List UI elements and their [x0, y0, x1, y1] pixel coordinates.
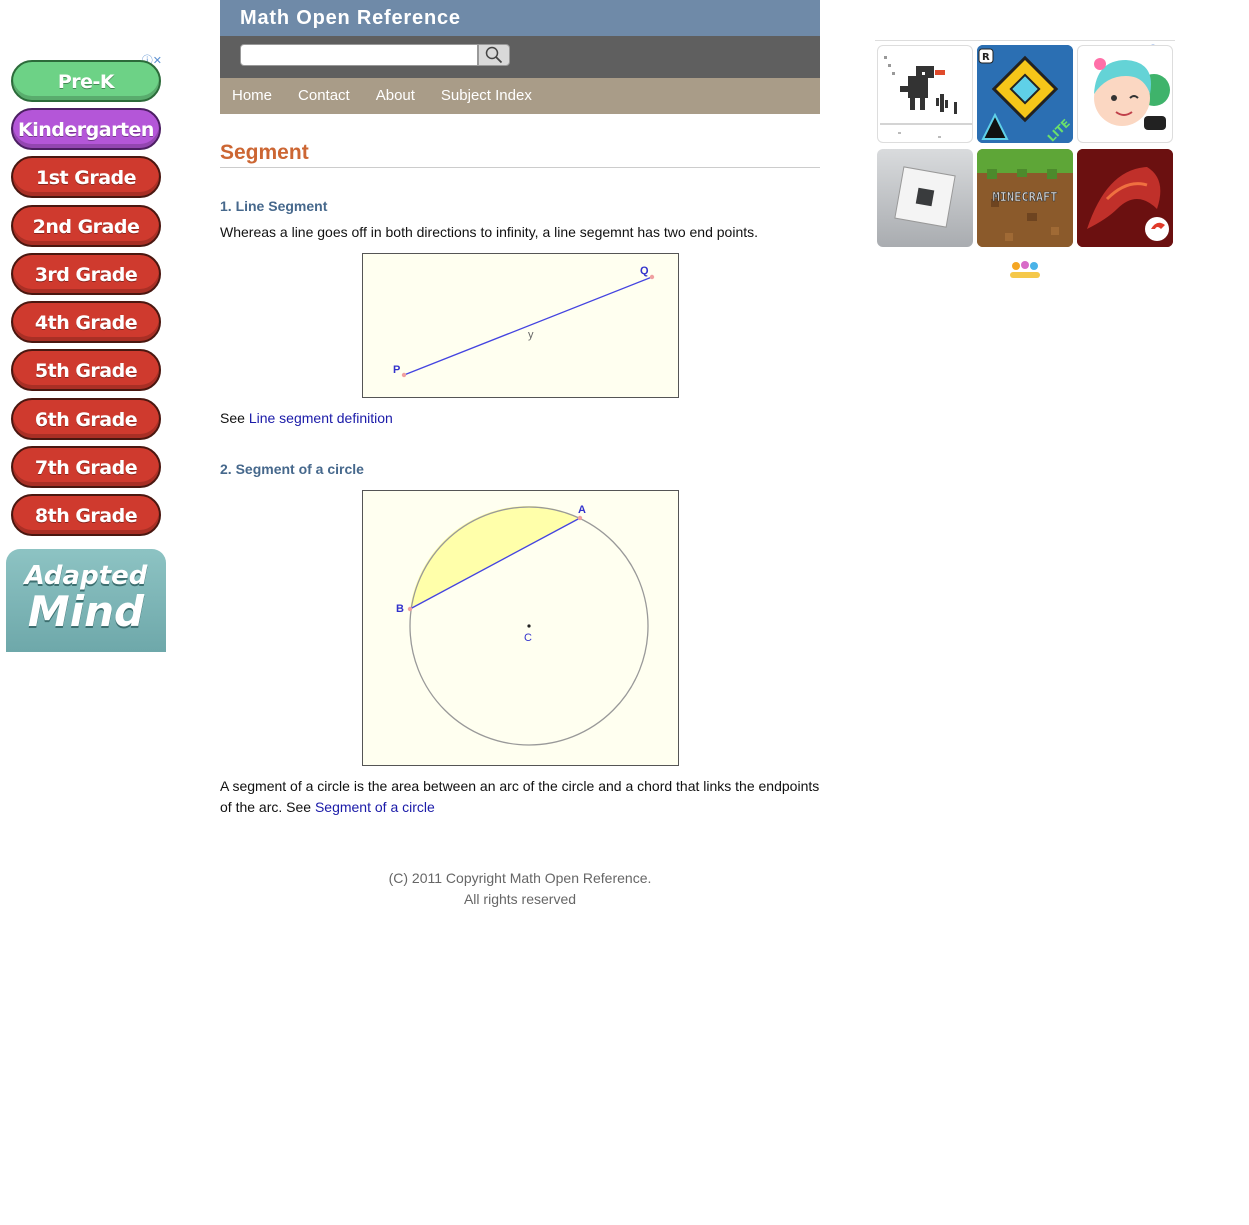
games-site-logo[interactable]	[1008, 259, 1042, 284]
label-c: C	[524, 632, 532, 644]
line-segment-diagram: P Q y	[393, 265, 655, 378]
free-fire-icon	[1077, 149, 1173, 247]
roblox-icon	[894, 166, 956, 228]
minecraft-icon: MINECRAFT	[977, 149, 1073, 247]
grade-button-pre-k[interactable]: Pre-K	[11, 60, 161, 102]
game-tile-free-fire[interactable]	[1077, 149, 1173, 247]
point-p[interactable]	[401, 372, 407, 378]
svg-text:R: R	[982, 52, 990, 63]
main-column: Math Open Reference Home Contact About Subj…	[220, 0, 820, 907]
grade-button-2nd[interactable]: 2nd Grade	[11, 205, 161, 247]
grade-button-7th[interactable]: 7th Grade	[11, 446, 161, 488]
grade-button-1st[interactable]: 1st Grade	[11, 156, 161, 198]
game-tile-roblox[interactable]	[877, 149, 973, 247]
grade-button-3rd[interactable]: 3rd Grade	[11, 253, 161, 295]
game-tile-minecraft[interactable]: MINECRAFT	[977, 149, 1073, 247]
section-text-circle-segment: A segment of a circle is the area betwee…	[220, 776, 820, 818]
point-q[interactable]	[649, 274, 655, 280]
label-a: A	[578, 504, 586, 516]
see-line-segment: See Line segment definition	[220, 408, 820, 429]
segment-fill	[410, 505, 580, 609]
main-nav: Home Contact About Subject Index	[220, 78, 820, 114]
adapted-mind-logo[interactable]: Adapted Mind	[6, 549, 166, 652]
section-text-line-segment: Whereas a line goes off in both directio…	[220, 224, 759, 240]
point-b[interactable]	[407, 606, 413, 612]
section-heading-circle-segment: 2. Segment of a circle	[220, 461, 364, 477]
right-games-ad[interactable]: ⓘ✕ R	[875, 40, 1175, 251]
label-y: y	[528, 329, 534, 341]
grade-button-6th[interactable]: 6th Grade	[11, 398, 161, 440]
footer: (C) 2011 Copyright Math Open Reference. …	[220, 868, 820, 910]
segment-pq	[403, 276, 653, 376]
nav-home[interactable]: Home	[232, 78, 272, 114]
geometry-dash-icon: R LITE	[977, 45, 1073, 143]
grade-button-5th[interactable]: 5th Grade	[11, 349, 161, 391]
label-q: Q	[640, 265, 649, 277]
dino-icon	[880, 56, 972, 138]
center-point	[527, 624, 531, 628]
search-icon	[485, 46, 503, 64]
nav-contact[interactable]: Contact	[298, 78, 350, 114]
rights-line: All rights reserved	[463, 891, 577, 907]
segment-of-circle-link[interactable]: Segment of a circle	[315, 799, 435, 815]
line-segment-figure[interactable]: P Q y	[362, 253, 679, 398]
search-bar	[220, 36, 820, 78]
line-segment-definition-link[interactable]: Line segment definition	[249, 410, 393, 426]
minecraft-text: MINECRAFT	[992, 190, 1057, 204]
search-button[interactable]	[478, 44, 510, 66]
label-p: P	[393, 364, 400, 376]
left-grade-ad[interactable]: ⓘ✕ Pre-K Kindergarten 1st Grade 2nd Grad…	[6, 50, 166, 652]
circle-segment-diagram: A B C	[396, 504, 649, 746]
grade-button-4th[interactable]: 4th Grade	[11, 301, 161, 343]
game-tile-dino[interactable]	[877, 45, 973, 143]
grade-button-kindergarten[interactable]: Kindergarten	[11, 108, 161, 150]
game-tile-geometry-dash[interactable]: R LITE	[977, 45, 1073, 143]
circle-segment-figure[interactable]: A B C	[362, 490, 679, 766]
point-a[interactable]	[577, 515, 583, 521]
site-title[interactable]: Math Open Reference	[220, 0, 820, 36]
nav-subject-index[interactable]: Subject Index	[441, 78, 532, 114]
logo-line-2: Mind	[27, 587, 145, 636]
circle-segment-text: A segment of a circle is the area betwee…	[220, 778, 820, 815]
label-b: B	[396, 603, 404, 615]
page-title: Segment	[220, 142, 820, 168]
search-input[interactable]	[240, 44, 478, 66]
see-prefix: See	[220, 410, 249, 426]
games-logo-icon	[1010, 261, 1040, 278]
copyright-line: (C) 2011 Copyright Math Open Reference.	[388, 870, 652, 886]
section-heading-line-segment: 1. Line Segment	[220, 198, 328, 214]
grade-button-8th[interactable]: 8th Grade	[11, 494, 161, 536]
toca-icon	[1094, 58, 1170, 130]
nav-about[interactable]: About	[376, 78, 415, 114]
game-tile-toca-world[interactable]	[1077, 45, 1173, 143]
